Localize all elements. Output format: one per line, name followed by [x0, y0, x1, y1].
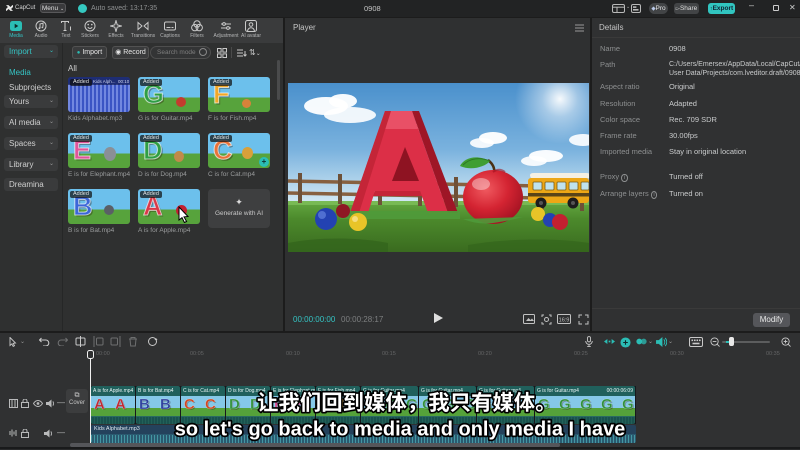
- svg-text:so let's go back to media and: so let's go back to media and only media…: [175, 419, 625, 441]
